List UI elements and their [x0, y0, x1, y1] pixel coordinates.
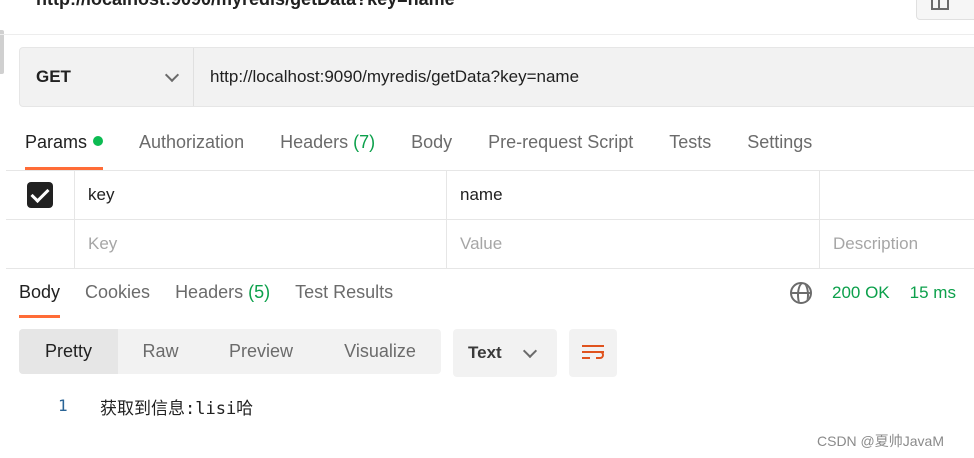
tab-params-label: Params [25, 132, 88, 152]
tab-headers-label: Headers [280, 132, 354, 152]
wrap-lines-icon [582, 345, 604, 361]
new-param-value-input[interactable]: Value [447, 220, 820, 268]
response-tab-cookies[interactable]: Cookies [85, 280, 150, 318]
chevron-down-icon [522, 343, 538, 358]
param-key-field[interactable]: key [75, 171, 447, 219]
params-indicator-dot [93, 136, 104, 146]
language-label: Text [468, 343, 502, 362]
response-status: 200 OK 15 ms [790, 280, 956, 306]
tab-settings[interactable]: Settings [747, 128, 812, 170]
response-tab-test-results[interactable]: Test Results [295, 280, 393, 318]
tab-params[interactable]: Params [25, 128, 104, 170]
mode-preview[interactable]: Preview [203, 329, 319, 374]
response-time[interactable]: 15 ms [910, 283, 956, 303]
table-row: key name [6, 171, 974, 220]
divider [0, 34, 974, 35]
save-icon [931, 0, 949, 10]
save-button[interactable] [916, 0, 974, 20]
param-value-field[interactable]: name [447, 171, 820, 219]
params-table: key name Key Value Description [6, 170, 974, 269]
chevron-down-icon [164, 67, 180, 82]
response-tab-headers-count: (5) [248, 282, 271, 302]
mode-raw[interactable]: Raw [118, 329, 203, 374]
method-label: GET [36, 67, 71, 86]
tab-authorization[interactable]: Authorization [139, 128, 244, 170]
line-number: 1 [58, 396, 68, 415]
tab-headers-count: (7) [353, 132, 376, 152]
url-input[interactable]: http://localhost:9090/myredis/getData?ke… [194, 67, 579, 87]
mode-visualize[interactable]: Visualize [319, 329, 441, 374]
watermark: CSDN @夏帅JavaM [817, 433, 945, 449]
response-body-text: 获取到信息:lisi哈 [100, 399, 254, 419]
new-param-description-input[interactable]: Description [820, 220, 974, 268]
globe-icon[interactable] [790, 282, 812, 304]
language-select[interactable]: Text [453, 329, 557, 377]
response-tabs: Body Cookies Headers (5) Test Results [19, 280, 418, 318]
tab-tests[interactable]: Tests [669, 128, 711, 170]
wrap-lines-button[interactable] [569, 329, 617, 377]
param-enabled-checkbox[interactable] [27, 182, 53, 208]
request-tab-title: http://localhost:9090/myredis/getData?ke… [36, 0, 455, 10]
mode-pretty[interactable]: Pretty [19, 329, 118, 374]
tab-body[interactable]: Body [411, 128, 452, 170]
request-tabs: Params Authorization Headers (7) Body Pr… [25, 128, 848, 170]
param-enable-cell [6, 220, 75, 268]
tab-pre-request-script[interactable]: Pre-request Script [488, 128, 633, 170]
table-row: Key Value Description [6, 220, 974, 269]
format-mode-tabs: Pretty Raw Preview Visualize [19, 329, 441, 374]
method-select[interactable]: GET [20, 48, 194, 106]
sidebar-resize-handle[interactable] [0, 30, 4, 74]
response-tab-headers-label: Headers [175, 282, 249, 302]
param-description-field[interactable] [820, 171, 974, 219]
response-tab-headers[interactable]: Headers (5) [175, 280, 270, 318]
divider [6, 268, 974, 269]
request-bar: GET http://localhost:9090/myredis/getDat… [19, 47, 974, 107]
status-code[interactable]: 200 OK [832, 283, 890, 303]
new-param-key-input[interactable]: Key [75, 220, 447, 268]
postman-window: http://localhost:9090/myredis/getData?ke… [0, 0, 974, 458]
response-tab-body[interactable]: Body [19, 280, 61, 318]
param-enable-cell [6, 171, 75, 219]
tab-headers[interactable]: Headers (7) [280, 128, 375, 170]
